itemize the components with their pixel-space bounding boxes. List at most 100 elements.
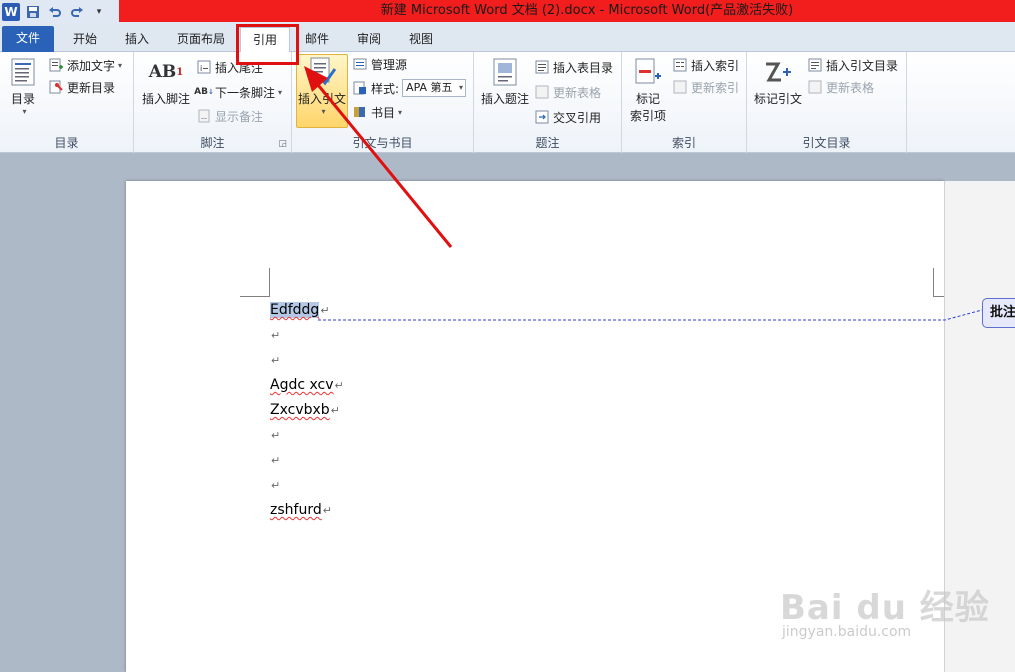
bibliography-button[interactable]: 书目 ▾ — [352, 102, 402, 122]
mark-citation-label: 标记引文 — [753, 92, 802, 106]
style-icon — [352, 80, 368, 96]
insert-footnote-button[interactable]: AB 1 插入脚注 — [140, 56, 192, 107]
doc-paragraph[interactable]: ↵ — [270, 452, 280, 468]
table-of-figures-icon — [534, 59, 550, 75]
update-index-label: 更新索引 — [691, 80, 740, 95]
insert-index-button[interactable]: 插入索引 — [672, 55, 739, 75]
insert-citation-label: 插入引文 — [297, 92, 346, 106]
bibliography-icon — [352, 104, 368, 120]
manage-sources-label: 管理源 — [371, 57, 408, 72]
doc-paragraph[interactable]: Agdc xcv↵ — [270, 377, 344, 393]
ribbon: 目录 ▾ 添加文字 ▾ 更新目录 目录 AB 1 插入脚注 i 插入尾注 AB ↓ … — [0, 52, 1015, 153]
mark-entry-button[interactable]: 标记 索引项 — [628, 56, 668, 124]
tab-insert[interactable]: 插入 — [114, 27, 160, 52]
style-select[interactable]: APA 第五 ▾ — [402, 79, 467, 97]
group-label-footnotes: 脚注 — [200, 136, 225, 150]
tab-view[interactable]: 视图 — [400, 27, 442, 52]
group-captions: 插入题注 插入表目录 更新表格 交叉引用 题注 — [474, 52, 622, 153]
update-index-button[interactable]: 更新索引 — [672, 77, 739, 97]
references-tab-annotation-box — [236, 24, 299, 65]
cross-reference-label: 交叉引用 — [553, 110, 602, 125]
group-table-of-authorities: 标记引文 插入引文目录 更新表格 引文目录 — [747, 52, 907, 153]
toc-button[interactable]: 目录 ▾ — [6, 56, 40, 116]
group-citations: 插入引文 ▾ 管理源 样式: APA 第五 ▾ 书目 ▾ 引文与书目 — [292, 52, 474, 153]
show-notes-label: 显示备注 — [215, 109, 264, 124]
doc-paragraph[interactable]: ↵ — [270, 427, 280, 443]
window-title: 新建 Microsoft Word 文档 (2).docx - Microsof… — [380, 3, 794, 18]
comment-balloon[interactable]: 批注 — [982, 298, 1015, 328]
next-footnote-icon: AB ↓ — [194, 87, 214, 97]
insert-footnote-label: 插入脚注 — [141, 92, 190, 106]
undo-icon[interactable] — [46, 3, 64, 21]
doc-paragraph[interactable]: Edfddg↵ — [270, 302, 330, 318]
group-label-index: 索引 — [671, 136, 696, 150]
crop-mark — [269, 268, 270, 296]
save-icon[interactable] — [24, 3, 42, 21]
tab-file[interactable]: 文件 — [2, 26, 54, 52]
cross-reference-button[interactable]: 交叉引用 — [534, 107, 601, 127]
insert-caption-icon — [490, 56, 520, 88]
doc-paragraph[interactable]: Zxcvbxb↵ — [270, 402, 340, 418]
manage-sources-icon — [352, 56, 368, 72]
group-label-citations: 引文与书目 — [352, 136, 413, 150]
paragraph-mark: ↵ — [271, 354, 281, 367]
insert-index-icon — [672, 57, 688, 73]
watermark-brand: Bai du 经验 — [780, 588, 990, 628]
style-label: 样式: — [371, 81, 400, 96]
update-table-label: 更新表格 — [553, 85, 602, 100]
insert-citation-icon — [307, 56, 337, 88]
chevron-down-icon: ▾ — [459, 83, 464, 92]
insert-caption-label: 插入题注 — [480, 92, 529, 106]
crop-mark — [240, 296, 270, 297]
show-notes-icon — [196, 108, 212, 124]
insert-toa-button[interactable]: 插入引文目录 — [807, 55, 898, 75]
doc-text: Zxcvbxb — [270, 402, 330, 418]
ribbon-tabs: 文件 开始 插入 页面布局 引用 邮件 审阅 视图 — [0, 24, 1015, 52]
paragraph-mark: ↵ — [271, 329, 281, 342]
insert-citation-button[interactable]: 插入引文 ▾ — [296, 56, 348, 116]
chevron-down-icon: ▾ — [398, 107, 403, 117]
paragraph-mark: ↵ — [334, 379, 344, 392]
insert-toa-label: 插入引文目录 — [826, 58, 899, 73]
paragraph-mark: ↵ — [271, 429, 281, 442]
chevron-down-icon: ▾ — [22, 107, 27, 116]
update-toc-icon — [48, 79, 64, 95]
doc-paragraph[interactable]: ↵ — [270, 477, 280, 493]
next-footnote-button[interactable]: AB ↓ 下一条脚注 ▾ — [194, 82, 282, 102]
group-toc: 目录 ▾ 添加文字 ▾ 更新目录 目录 — [0, 52, 134, 153]
mark-citation-button[interactable]: 标记引文 — [753, 56, 803, 107]
tab-review[interactable]: 审阅 — [348, 27, 390, 52]
insert-table-of-figures-button[interactable]: 插入表目录 — [534, 57, 613, 77]
word-logo-icon[interactable]: W — [2, 3, 20, 21]
tab-page-layout[interactable]: 页面布局 — [168, 27, 234, 52]
update-toa-icon — [807, 79, 823, 95]
group-label-toc: 目录 — [54, 136, 79, 150]
update-toa-button[interactable]: 更新表格 — [807, 77, 874, 97]
manage-sources-button[interactable]: 管理源 — [352, 54, 407, 74]
add-text-button[interactable]: 添加文字 ▾ — [48, 55, 122, 75]
redo-icon[interactable] — [68, 3, 86, 21]
selected-text[interactable]: Edfddg — [270, 302, 320, 318]
insert-caption-button[interactable]: 插入题注 — [480, 56, 530, 107]
doc-paragraph[interactable]: ↵ — [270, 352, 280, 368]
tab-home[interactable]: 开始 — [62, 27, 108, 52]
show-notes-button[interactable]: 显示备注 — [196, 106, 263, 126]
group-label-toa: 引文目录 — [802, 136, 851, 150]
paragraph-mark: ↵ — [320, 304, 330, 317]
customize-qat-icon[interactable]: ▾ — [90, 3, 108, 21]
watermark: Bai du 经验 jingyan.baidu.com — [780, 570, 1010, 660]
paragraph-mark: ↵ — [271, 479, 281, 492]
paragraph-mark: ↵ — [271, 454, 281, 467]
update-table-button[interactable]: 更新表格 — [534, 82, 601, 102]
mark-entry-icon — [633, 56, 663, 88]
toc-icon — [8, 56, 38, 88]
doc-paragraph[interactable]: zshfurd↵ — [270, 502, 332, 518]
endnote-icon: i — [196, 59, 212, 75]
doc-paragraph[interactable]: ↵ — [270, 327, 280, 343]
watermark-url: jingyan.baidu.com — [782, 624, 912, 640]
update-toc-button[interactable]: 更新目录 — [48, 77, 115, 97]
tab-mailings[interactable]: 邮件 — [296, 27, 338, 52]
doc-text: Agdc xcv — [270, 377, 334, 393]
title-bar: 新建 Microsoft Word 文档 (2).docx - Microsof… — [0, 0, 1015, 24]
style-value: APA 第五 — [406, 81, 453, 94]
